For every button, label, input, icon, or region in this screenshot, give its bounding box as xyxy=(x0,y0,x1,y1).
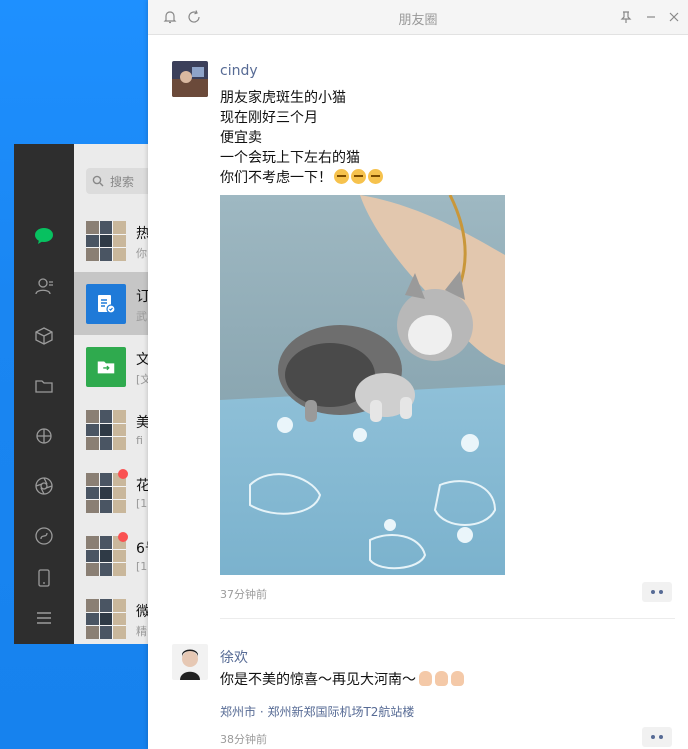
wechat-sidebar xyxy=(14,144,74,644)
file-transfer-avatar-icon xyxy=(86,347,126,387)
chat-preview: 精 xyxy=(136,625,147,638)
unread-dot xyxy=(118,469,128,479)
search-placeholder: 搜索 xyxy=(110,174,135,189)
chat-preview: 你 xyxy=(136,247,147,260)
chat-name: 花 xyxy=(136,478,148,494)
avatar[interactable] xyxy=(172,61,208,97)
moments-aperture-icon[interactable] xyxy=(34,476,54,496)
chat-name: 6号 xyxy=(136,541,148,557)
minimize-icon[interactable] xyxy=(643,9,659,25)
grimace-emoji-icon xyxy=(368,169,383,184)
chat-list-item[interactable]: 花 [1 xyxy=(74,461,148,524)
post-line: 朋友家虎斑生的小猫 xyxy=(220,90,346,106)
post-divider xyxy=(220,618,675,619)
chat-list-item[interactable]: 文 [文 xyxy=(74,335,148,398)
group-avatar xyxy=(86,410,126,450)
contacts-icon[interactable] xyxy=(34,276,54,296)
post-location[interactable]: 郑州市 · 郑州新郑国际机场T2航站楼 xyxy=(220,703,414,720)
close-icon[interactable] xyxy=(666,9,682,25)
post-line: 你是不美的惊喜～再见大河南～ xyxy=(220,672,416,688)
post-text: 你是不美的惊喜～再见大河南～ xyxy=(220,670,464,690)
post-line: 一个会玩上下左右的猫 xyxy=(220,150,360,166)
more-actions-button[interactable] xyxy=(642,582,672,602)
group-avatar xyxy=(86,536,126,576)
group-avatar xyxy=(86,599,126,639)
group-avatar xyxy=(86,473,126,513)
post-text: 朋友家虎斑生的小猫 现在刚好三个月 便宜卖 一个会玩上下左右的猫 你们不考虑一下… xyxy=(220,88,383,188)
wave-hand-emoji-icon xyxy=(419,671,432,686)
chat-preview: fi xyxy=(136,434,143,447)
grimace-emoji-icon xyxy=(351,169,366,184)
subscription-avatar-icon xyxy=(86,284,126,324)
post-line: 便宜卖 xyxy=(220,130,262,146)
post-username[interactable]: cindy xyxy=(220,63,258,79)
chat-list-item[interactable]: 6号 [1 xyxy=(74,524,148,587)
window-title: 朋友圈 xyxy=(398,13,438,28)
moments-titlebar: 朋友圈 xyxy=(148,0,688,35)
moments-window: 朋友圈 cindy 朋友家虎斑生的小猫 现在刚好三个月 便宜卖 一个会玩上下左右… xyxy=(148,0,688,749)
chat-icon[interactable] xyxy=(34,226,54,246)
group-avatar xyxy=(86,221,126,261)
chat-preview: [文 xyxy=(136,373,148,386)
chat-preview: [1 xyxy=(136,560,148,573)
pin-icon[interactable] xyxy=(618,9,634,25)
post-line: 你们不考虑一下！ xyxy=(220,170,332,186)
post-line: 现在刚好三个月 xyxy=(220,110,318,126)
phone-icon[interactable] xyxy=(34,568,54,588)
post-photo-kitten[interactable] xyxy=(220,195,505,575)
folder-icon[interactable] xyxy=(34,376,54,396)
chat-name: 微 xyxy=(136,604,148,620)
mini-program-cube-icon[interactable] xyxy=(34,326,54,346)
post-time: 38分钟前 xyxy=(220,733,267,746)
grimace-emoji-icon xyxy=(334,169,349,184)
chat-name: 热 xyxy=(136,226,148,242)
chat-name: 美 xyxy=(136,415,148,431)
search-input[interactable]: 搜索 xyxy=(86,168,148,194)
wave-hand-emoji-icon xyxy=(451,671,464,686)
wave-hand-emoji-icon xyxy=(435,671,448,686)
post-username[interactable]: 徐欢 xyxy=(220,647,248,667)
unread-dot xyxy=(118,532,128,542)
chat-preview: 武 xyxy=(136,310,147,323)
search-icon xyxy=(92,175,104,187)
chat-list-item[interactable]: 微 精 xyxy=(74,587,148,644)
chat-list-item[interactable]: 美 fi xyxy=(74,398,148,461)
post-time: 37分钟前 xyxy=(220,588,267,601)
chat-name: 订 xyxy=(136,289,148,305)
menu-icon[interactable] xyxy=(34,608,54,628)
avatar[interactable] xyxy=(172,644,208,680)
chat-preview: [1 xyxy=(136,497,148,510)
chat-name: 文 xyxy=(136,352,148,368)
channels-icon[interactable] xyxy=(34,526,54,546)
wechat-main-window: 搜索 热 你 订 武 文 [文 美 fi 花 [1 6 [1 微 精 xyxy=(14,144,148,644)
more-actions-button[interactable] xyxy=(642,727,672,747)
chat-list-item[interactable]: 订 武 xyxy=(74,272,148,335)
chat-list-item[interactable]: 热 你 xyxy=(74,209,148,272)
favorites-cube-icon[interactable] xyxy=(34,426,54,446)
chat-list: 搜索 热 你 订 武 文 [文 美 fi 花 [1 6 [1 微 精 xyxy=(74,144,148,644)
